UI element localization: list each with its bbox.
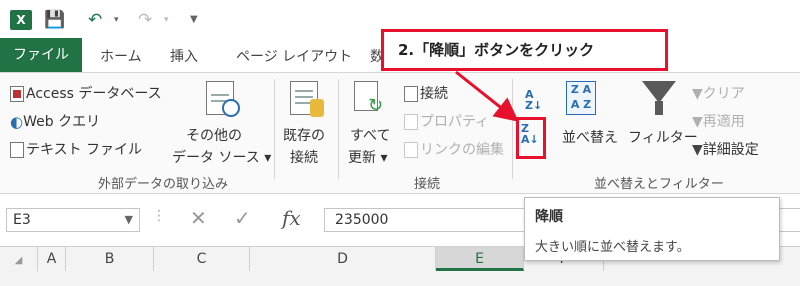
descending-button-highlight: [516, 117, 546, 159]
tooltip: 降順 大きい順に並べ替えます。: [524, 197, 780, 261]
tooltip-title: 降順: [535, 209, 563, 225]
tooltip-description: 大きい順に並べ替えます。: [535, 240, 690, 255]
